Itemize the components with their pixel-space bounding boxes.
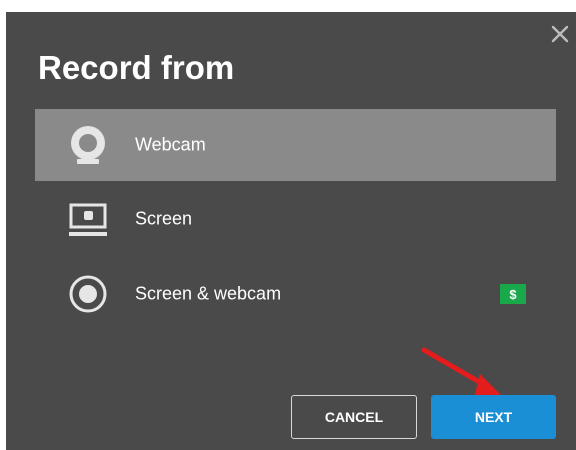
option-label: Screen & webcam [135, 283, 282, 304]
close-button[interactable] [548, 22, 572, 46]
option-label: Webcam [135, 134, 206, 155]
option-label: Screen [135, 208, 193, 229]
webcam-icon [66, 123, 110, 167]
cancel-button[interactable]: CANCEL [291, 395, 417, 439]
dialog-title: Record from [38, 49, 235, 86]
option-screen-webcam[interactable]: Screen & webcam $ [35, 258, 556, 330]
paid-badge: $ [500, 284, 526, 304]
screen-webcam-icon [66, 272, 110, 316]
next-button[interactable]: NEXT [431, 395, 556, 439]
screen-icon [66, 197, 110, 241]
option-webcam[interactable]: Webcam [35, 109, 556, 181]
option-screen[interactable]: Screen [35, 183, 556, 255]
close-icon [551, 25, 569, 43]
record-dialog: Record from Webcam Screen Screen & webca… [6, 12, 576, 450]
